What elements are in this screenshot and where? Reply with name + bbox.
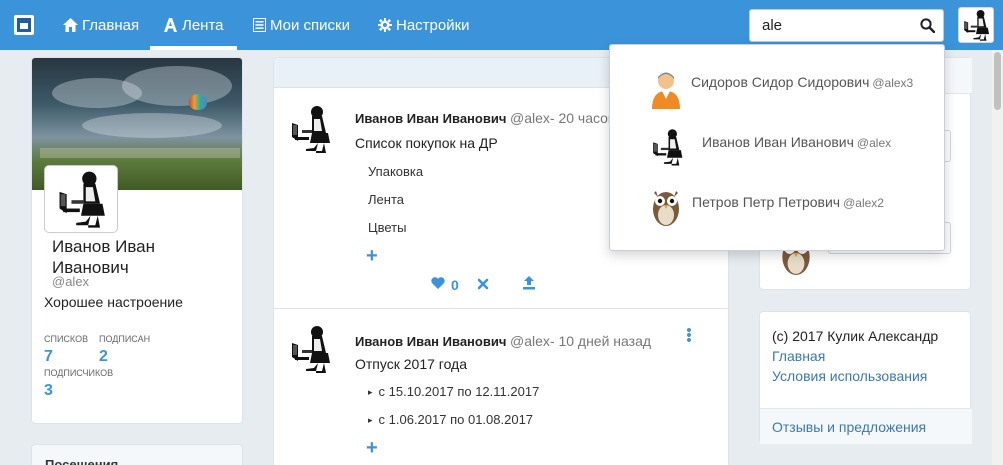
post-author[interactable]: Иванов Иван Иванович @alex- 20 часов	[355, 110, 615, 126]
like-count: 0	[451, 277, 459, 293]
copyright-text: (c) 2017 Кулик Александр	[772, 328, 939, 344]
profile-login: @alex	[52, 274, 90, 289]
post-author-avatar[interactable]	[288, 103, 332, 155]
footer-terms-link[interactable]: Условия использования	[772, 368, 927, 384]
home-icon	[63, 18, 78, 32]
heart-icon	[431, 276, 445, 294]
feed-icon	[163, 18, 178, 32]
list-item: Лента	[368, 192, 404, 207]
search-result-login: @alex2	[843, 196, 884, 210]
visits-card: Посещения	[31, 444, 243, 465]
post-title: Список покупок на ДР	[355, 135, 498, 151]
stat-following-label: подписан	[99, 334, 151, 344]
post-author[interactable]: Иванов Иван Иванович @alex- 10 дней наза…	[355, 333, 651, 349]
post-divider	[274, 308, 728, 309]
profile-name: Иванов Иван Иванович	[52, 237, 156, 277]
footer-card: (c) 2017 Кулик Александр Главная Условия…	[759, 311, 972, 444]
nav-feed[interactable]: Лента	[150, 0, 237, 50]
profile-status: Хорошее настроение	[44, 294, 183, 310]
visits-title: Посещения	[45, 457, 119, 465]
share-button[interactable]	[522, 276, 536, 295]
list-icon	[253, 18, 266, 32]
nav-settings-label: Настройки	[396, 16, 470, 34]
close-icon	[477, 277, 489, 295]
list-item: с 15.10.2017 по 12.11.2017	[368, 384, 540, 399]
add-item-button[interactable]: +	[366, 438, 378, 458]
owl-avatar	[648, 187, 684, 227]
app-logo[interactable]	[14, 15, 34, 35]
stat-lists-value[interactable]: 7	[44, 348, 53, 366]
nav-my-lists-label: Мои списки	[270, 16, 350, 34]
list-item: Цветы	[368, 220, 407, 235]
search-result-name: Сидоров Сидор Сидорович	[691, 74, 870, 90]
nav-settings[interactable]: Настройки	[378, 0, 470, 50]
post-author-name: Иванов Иван Иванович	[355, 334, 507, 349]
list-item: Упаковка	[368, 164, 424, 179]
footer-feedback-link[interactable]: Отзывы и предложения	[772, 419, 926, 435]
nav-home[interactable]: Главная	[63, 0, 139, 50]
upload-icon	[522, 276, 536, 295]
remove-button[interactable]	[477, 277, 489, 295]
stat-followers-label: подписчиков	[44, 368, 114, 378]
post-menu-icon[interactable]: • • •	[685, 323, 693, 348]
footer-home-link[interactable]: Главная	[772, 348, 825, 364]
search-result-login: @alex	[856, 136, 892, 150]
profile-card: Иванов Иван Иванович @alex Хорошее настр…	[31, 57, 243, 424]
search-result-login: @alex3	[872, 76, 914, 90]
search-input[interactable]	[750, 10, 900, 41]
search-box	[749, 9, 944, 42]
search-icon[interactable]	[920, 18, 936, 38]
search-result-name: Петров Петр Петрович	[692, 194, 841, 210]
nav-home-label: Главная	[82, 16, 140, 34]
search-result-item[interactable]: Сидоров Сидор Сидорович @alex3	[610, 51, 946, 111]
stat-lists-label: списков	[44, 334, 89, 344]
nav-feed-label: Лента	[182, 16, 224, 34]
gear-icon	[378, 18, 392, 32]
post-meta: @alex- 20 часов	[510, 110, 616, 126]
computer-user-avatar	[650, 127, 684, 167]
search-result-name: Иванов Иван Иванович	[702, 134, 854, 150]
post-title: Отпуск 2017 года	[355, 356, 468, 372]
search-result-item[interactable]: Петров Петр Петрович @alex2	[610, 171, 946, 231]
stat-following-value[interactable]: 2	[99, 348, 108, 366]
person-avatar	[648, 69, 684, 109]
list-item: с 1.06.2017 по 01.08.2017	[368, 412, 534, 427]
like-button[interactable]: 0	[431, 276, 459, 294]
search-results-dropdown: Сидоров Сидор Сидорович @alex3 Иванов Ива…	[609, 44, 945, 251]
profile-avatar[interactable]	[45, 166, 117, 232]
search-result-item[interactable]: Иванов Иван Иванович @alex	[610, 111, 946, 171]
nav-my-lists[interactable]: Мои списки	[253, 0, 350, 50]
add-item-button[interactable]: +	[366, 246, 378, 266]
stat-followers-value[interactable]: 3	[44, 382, 53, 400]
user-avatar-menu[interactable]	[958, 7, 994, 43]
top-navbar: Главная Лента Мои списки Настройки	[0, 0, 1003, 50]
page-scrollbar[interactable]	[992, 50, 1003, 465]
post-meta: @alex- 10 дней назад	[510, 333, 652, 349]
post-author-name: Иванов Иван Иванович	[355, 111, 507, 126]
balloon-icon	[189, 94, 207, 110]
post-author-avatar[interactable]	[288, 323, 332, 375]
